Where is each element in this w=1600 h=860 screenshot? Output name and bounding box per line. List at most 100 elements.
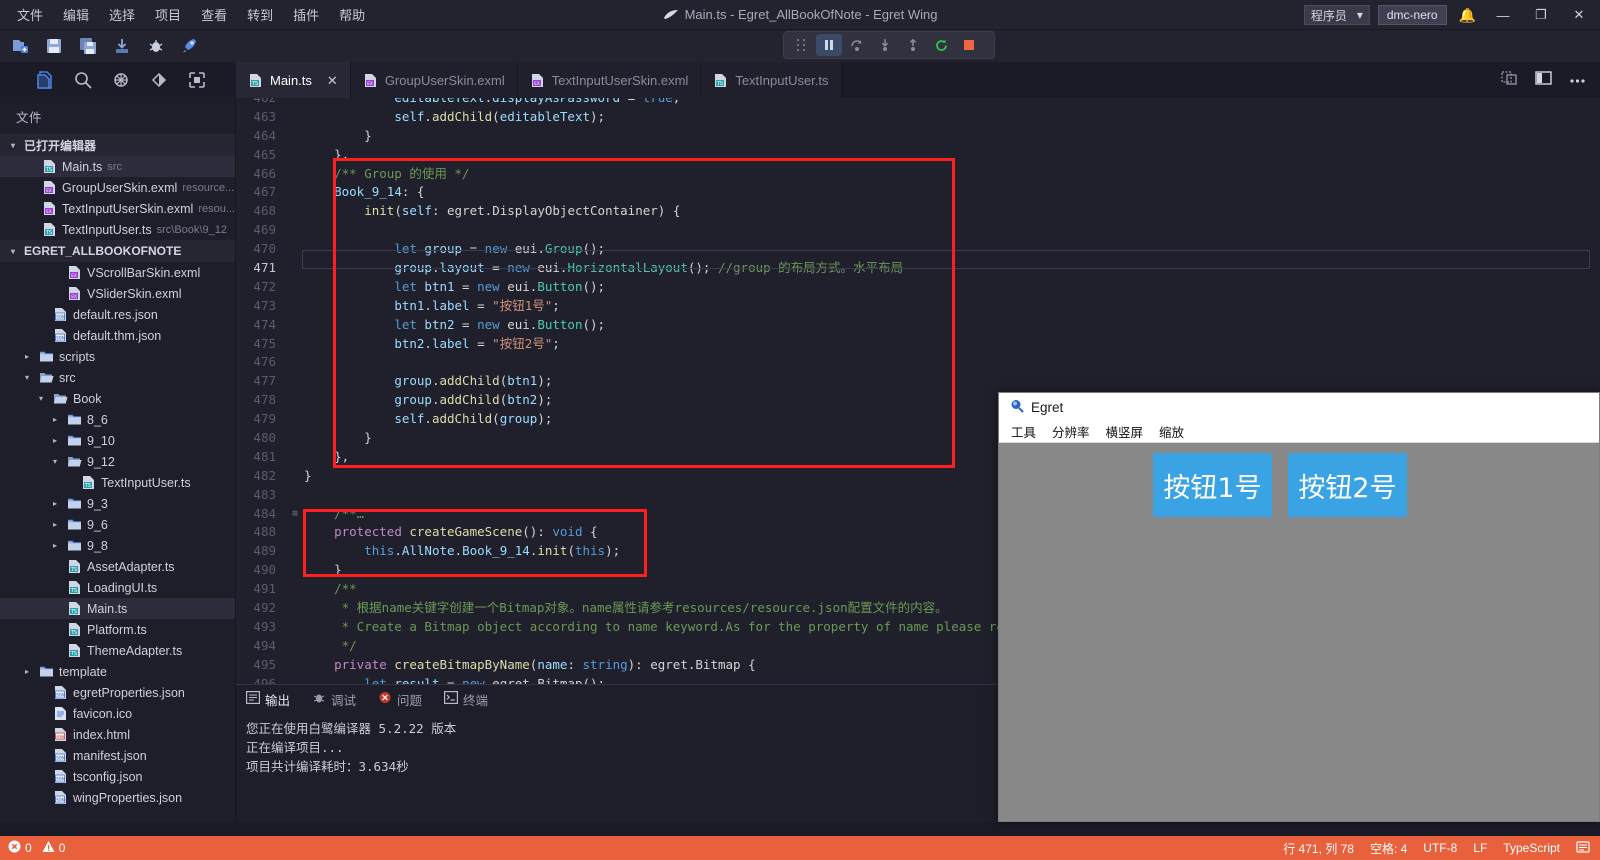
fold-toggle-icon[interactable]	[288, 221, 302, 240]
twisty-icon[interactable]: ▾	[48, 457, 62, 466]
more-actions-icon[interactable]	[1569, 71, 1586, 89]
fold-toggle-icon[interactable]	[288, 240, 302, 259]
file-tree-item[interactable]: TS AssetAdapter.ts	[0, 556, 235, 577]
egret-button-1[interactable]: 按钮1号	[1153, 453, 1272, 517]
step-out-icon[interactable]	[900, 34, 926, 56]
debug-icon[interactable]	[110, 69, 132, 91]
code-line[interactable]: 465 },	[236, 146, 1600, 165]
file-tree-item[interactable]: ▸ 9_8	[0, 535, 235, 556]
save-all-icon[interactable]	[78, 36, 98, 56]
fold-toggle-icon[interactable]	[288, 353, 302, 372]
code-line[interactable]: 475 btn2.label = "按钮2号";	[236, 335, 1600, 354]
code-line[interactable]: 473 btn1.label = "按钮1号";	[236, 297, 1600, 316]
fold-toggle-icon[interactable]	[288, 429, 302, 448]
egret-menu-zoom[interactable]: 缩放	[1159, 422, 1184, 441]
fold-toggle-icon[interactable]	[288, 202, 302, 221]
file-tree-item[interactable]: EX VSliderSkin.exml	[0, 283, 235, 304]
close-tab-icon[interactable]: ✕	[327, 73, 338, 89]
fold-toggle-icon[interactable]	[288, 127, 302, 146]
stop-icon[interactable]	[956, 34, 982, 56]
file-tree-item[interactable]: ▸ 8_6	[0, 409, 235, 430]
file-tree-item[interactable]: EX VScrollBarSkin.exml	[0, 262, 235, 283]
menu-view[interactable]: 查看	[192, 1, 236, 28]
fold-toggle-icon[interactable]	[288, 542, 302, 561]
fold-toggle-icon[interactable]	[288, 165, 302, 184]
fold-toggle-icon[interactable]	[288, 486, 302, 505]
editor-tab[interactable]: TS Main.ts ✕	[236, 62, 351, 98]
twisty-icon[interactable]: ▸	[20, 352, 34, 361]
menu-edit[interactable]: 编辑	[54, 1, 98, 28]
search-icon[interactable]	[72, 69, 94, 91]
fold-toggle-icon[interactable]	[288, 183, 302, 202]
open-editor-item[interactable]: TS TextInputUser.ts src\Book\9_12	[0, 219, 235, 240]
file-tree-item[interactable]: ▸ scripts	[0, 346, 235, 367]
fold-toggle-icon[interactable]	[288, 656, 302, 675]
code-line[interactable]: 477 group.addChild(btn1);	[236, 372, 1600, 391]
code-line[interactable]: 466 /** Group 的使用 */	[236, 165, 1600, 184]
twisty-icon[interactable]: ▸	[48, 499, 62, 508]
fold-toggle-icon[interactable]	[288, 410, 302, 429]
step-over-icon[interactable]	[844, 34, 870, 56]
bell-icon[interactable]: 🔔	[1455, 7, 1480, 24]
code-line[interactable]: 463 self.addChild(editableText);	[236, 108, 1600, 127]
fold-toggle-icon[interactable]	[288, 278, 302, 297]
file-tree-item[interactable]: ▸ 9_10	[0, 430, 235, 451]
fold-toggle-icon[interactable]	[288, 335, 302, 354]
file-tree-item[interactable]: JSON egretProperties.json	[0, 682, 235, 703]
explorer-icon[interactable]	[34, 69, 56, 91]
code-line[interactable]: 467 Book_9_14: {	[236, 183, 1600, 202]
file-tree-item[interactable]: ▸ 9_6	[0, 514, 235, 535]
save-icon[interactable]	[44, 36, 64, 56]
egret-menu-resolution[interactable]: 分辨率	[1052, 422, 1090, 441]
role-select[interactable]: 程序员 ▾	[1303, 5, 1370, 25]
fold-toggle-icon[interactable]	[288, 599, 302, 618]
fold-toggle-icon[interactable]	[288, 561, 302, 580]
split-compare-icon[interactable]	[1501, 70, 1518, 91]
code-line[interactable]: 464 }	[236, 127, 1600, 146]
egret-menu-tools[interactable]: 工具	[1011, 422, 1036, 441]
twisty-icon[interactable]: ▸	[48, 541, 62, 550]
file-tree-item[interactable]: ▸ template	[0, 661, 235, 682]
twisty-icon[interactable]: ▾	[34, 394, 48, 403]
open-editor-item[interactable]: EX TextInputUserSkin.exml resou...	[0, 198, 235, 219]
fold-toggle-icon[interactable]	[288, 580, 302, 599]
panel-tab[interactable]: 终端	[444, 690, 488, 709]
debug-bug-icon[interactable]	[146, 36, 166, 56]
file-tree-item[interactable]: TS ThemeAdapter.ts	[0, 640, 235, 661]
code-line[interactable]: 469	[236, 221, 1600, 240]
code-line[interactable]: 476	[236, 353, 1600, 372]
fold-toggle-icon[interactable]	[288, 467, 302, 486]
extensions-icon[interactable]	[186, 69, 208, 91]
twisty-icon[interactable]: ▸	[48, 415, 62, 424]
twisty-icon[interactable]: ▸	[48, 520, 62, 529]
maximize-button[interactable]: ❐	[1526, 0, 1556, 30]
debug-toolbar[interactable]	[783, 31, 995, 59]
fold-toggle-icon[interactable]	[288, 523, 302, 542]
editor-tab[interactable]: EX GroupUserSkin.exml	[350, 62, 518, 98]
status-eol[interactable]: LF	[1473, 841, 1487, 855]
drag-grip-icon[interactable]	[788, 34, 814, 56]
code-line[interactable]: 470 let group = new eui.Group();	[236, 240, 1600, 259]
smiley-icon[interactable]	[1576, 840, 1590, 857]
status-indentation[interactable]: 空格: 4	[1370, 840, 1407, 857]
menu-help[interactable]: 帮助	[330, 1, 374, 28]
menu-plugins[interactable]: 插件	[284, 1, 328, 28]
restart-icon[interactable]	[928, 34, 954, 56]
fold-toggle-icon[interactable]	[288, 146, 302, 165]
file-tree-item[interactable]: JSON default.res.json	[0, 304, 235, 325]
status-encoding[interactable]: UTF-8	[1423, 841, 1457, 855]
file-tree-item[interactable]: ▾ 9_12	[0, 451, 235, 472]
panel-tab[interactable]: 输出	[246, 690, 290, 709]
fold-toggle-icon[interactable]	[288, 637, 302, 656]
file-tree-item[interactable]: favicon.ico	[0, 703, 235, 724]
status-warnings[interactable]: 0	[42, 840, 65, 856]
new-file-icon[interactable]	[10, 36, 30, 56]
menu-goto[interactable]: 转到	[238, 1, 282, 28]
code-line[interactable]: 468 init(self: egret.DisplayObjectContai…	[236, 202, 1600, 221]
file-tree-item[interactable]: ▾ src	[0, 367, 235, 388]
twisty-icon[interactable]: ▸	[48, 436, 62, 445]
egret-menu-orientation[interactable]: 横竖屏	[1106, 422, 1144, 441]
code-line[interactable]: 462 editableText.displayAsPassword = tru…	[236, 98, 1600, 108]
file-tree-item[interactable]: TS TextInputUser.ts	[0, 472, 235, 493]
fold-toggle-icon[interactable]	[288, 108, 302, 127]
